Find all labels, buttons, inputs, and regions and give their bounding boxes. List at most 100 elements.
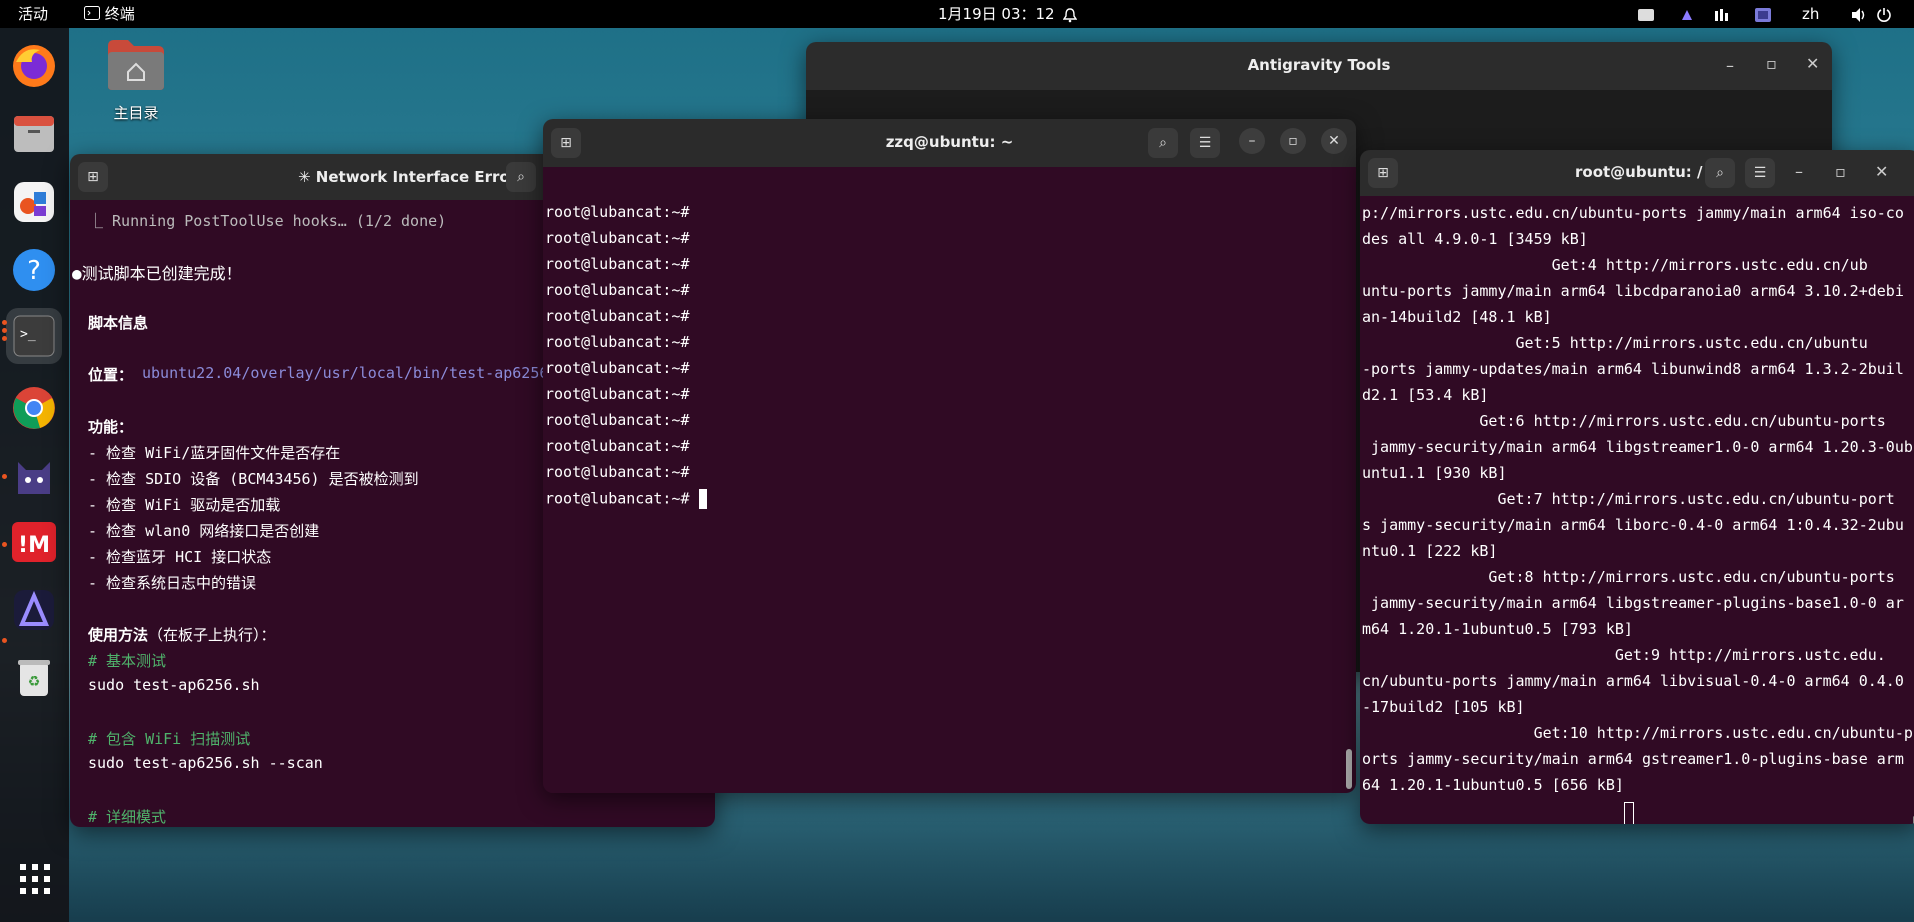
search-icon[interactable]: ⌕ — [1148, 128, 1178, 158]
search-icon[interactable]: ⌕ — [1705, 158, 1735, 188]
prompt-line: root@lubancat:~# — [545, 203, 690, 221]
window-title: zzq@ubuntu: ~ — [885, 133, 1014, 151]
hook-status: ⎿ Running PostToolUse hooks… (1/2 done) — [88, 212, 447, 230]
help-icon[interactable]: ? — [10, 246, 58, 294]
feature-item: - 检查系统日志中的错误 — [88, 574, 257, 592]
home-folder-icon — [108, 40, 164, 90]
antigravity-icon[interactable] — [10, 586, 58, 634]
terminal-icon[interactable]: >_ — [6, 308, 62, 364]
root-terminal-titlebar[interactable]: ⊞ root@ubuntu: / ⌕ ☰ – ▫ ✕ — [1360, 150, 1914, 196]
prompt-line: root@lubancat:~# — [545, 463, 690, 481]
feature-item: - 检查 SDIO 设备 (BCM43456) 是否被检测到 — [88, 470, 419, 488]
prompt-line: root@lubancat:~# — [545, 229, 690, 247]
antigravity-titlebar[interactable]: Antigravity Tools – ▫ ✕ — [806, 42, 1832, 90]
feature-item: - 检查蓝牙 HCI 接口状态 — [88, 548, 272, 566]
feature-item: - 检查 wlan0 网络接口是否创建 — [88, 522, 320, 540]
alarm-icon — [1062, 0, 1078, 28]
running-indicator — [2, 336, 7, 341]
script-path: ubuntu22.04/overlay/usr/local/bin/test-a… — [142, 364, 576, 382]
prompt-line: root@lubancat:~# — [545, 333, 690, 351]
prompt-line: root@lubancat:~# — [545, 255, 690, 273]
prompt-line: root@lubancat:~# — [545, 385, 690, 403]
running-indicator — [2, 328, 7, 333]
apt-output-line: untu1.1 [930 kB] — [1362, 464, 1507, 482]
power-icon[interactable] — [1876, 0, 1892, 28]
home-folder[interactable]: 主目录 — [103, 38, 169, 123]
window-title: root@ubuntu: / — [1575, 163, 1703, 181]
show-apps-icon[interactable] — [18, 862, 52, 896]
trash-icon[interactable]: ♻ — [10, 654, 58, 702]
new-tab-icon[interactable]: ⊞ — [1368, 158, 1398, 188]
volume-icon[interactable] — [1850, 0, 1868, 28]
features-label: 功能： — [88, 418, 134, 436]
search-icon[interactable]: ⌕ — [506, 162, 536, 192]
close-icon[interactable]: ✕ — [1321, 128, 1347, 154]
apt-output-line: Get:4 http://mirrors.ustc.edu.cn/ub — [1362, 256, 1868, 274]
result-message: ●测试脚本已创建完成！ — [72, 264, 242, 283]
input-method-icon[interactable] — [1714, 0, 1732, 28]
comment-line: # 详细模式 — [88, 808, 167, 826]
scrollbar[interactable] — [1346, 749, 1352, 789]
app-menu[interactable]: 终端 — [84, 0, 135, 28]
maximize-icon[interactable]: ▫ — [1280, 128, 1306, 154]
top-bar: 活动 终端 1月19日 03：12 zh — [0, 0, 1914, 28]
script-info-heading: 脚本信息 — [88, 314, 149, 332]
active-prompt-line: root@lubancat:~# — [545, 489, 707, 509]
main-terminal-body[interactable]: root@lubancat:~# root@lubancat:~# root@l… — [543, 167, 1356, 793]
apt-output-line: Get:5 http://mirrors.ustc.edu.cn/ubuntu — [1362, 334, 1868, 352]
apt-output-line: untu-ports jammy/main arm64 libcdparanoi… — [1362, 282, 1904, 300]
files-icon[interactable] — [10, 110, 58, 158]
prompt-line: root@lubancat:~# — [545, 281, 690, 299]
running-indicator — [2, 542, 7, 547]
apt-output-line: des all 4.9.0-1 [3459 kB] — [1362, 230, 1588, 248]
apt-output-line: jammy-security/main arm64 libgstreamer1.… — [1362, 438, 1913, 456]
minimize-icon[interactable]: – — [1726, 56, 1734, 75]
cat-app-icon[interactable] — [10, 450, 58, 498]
minimize-icon[interactable]: – — [1239, 128, 1265, 154]
command-line: sudo test-ap6256.sh --scan — [88, 754, 323, 772]
activities-button[interactable]: 活动 — [18, 0, 48, 28]
prompt-line: root@lubancat:~# — [545, 359, 690, 377]
apt-output-line: Get:6 http://mirrors.ustc.edu.cn/ubuntu-… — [1362, 412, 1886, 430]
prompt-line: root@lubancat:~# — [545, 411, 690, 429]
text-cursor — [698, 489, 707, 509]
home-folder-label: 主目录 — [113, 104, 159, 122]
apt-output-line: -ports jammy-updates/main arm64 libunwin… — [1362, 360, 1904, 378]
main-terminal-window[interactable]: ⊞ zzq@ubuntu: ~ ⌕ ☰ – ▫ ✕ root@lubancat:… — [543, 119, 1356, 793]
close-icon[interactable]: ✕ — [1875, 162, 1888, 181]
clock[interactable]: 1月19日 03：12 — [938, 0, 1055, 28]
menu-icon[interactable]: ☰ — [1190, 128, 1220, 158]
usage-label: 使用方法（在板子上执行）： — [88, 624, 276, 645]
app-tray-icon[interactable] — [1754, 0, 1772, 28]
root-terminal-window[interactable]: ⊞ root@ubuntu: / ⌕ ☰ – ▫ ✕ p://mirrors.u… — [1360, 150, 1914, 824]
comment-line: # 包含 WiFi 扫描测试 — [88, 730, 251, 748]
firefox-icon[interactable] — [10, 42, 58, 90]
maximize-icon[interactable]: ▫ — [1835, 162, 1846, 181]
usage-note: （在板子上执行）： — [148, 626, 276, 644]
language-indicator[interactable]: zh — [1802, 0, 1819, 28]
app-center-icon[interactable] — [10, 178, 58, 226]
im-app-icon[interactable]: !M — [10, 518, 58, 566]
minimize-icon[interactable]: – — [1795, 162, 1803, 181]
window-title: Antigravity Tools — [1247, 56, 1391, 74]
apt-output-line: cn/ubuntu-ports jammy/main arm64 libvisu… — [1362, 672, 1904, 690]
apt-output-line: s jammy-security/main arm64 liborc-0.4-0… — [1362, 516, 1904, 534]
chrome-icon[interactable] — [10, 384, 58, 432]
keyboard-indicator-icon[interactable] — [1638, 0, 1654, 28]
dock: ? >_ !M ♻ — [0, 28, 69, 922]
text-cursor — [1624, 802, 1634, 824]
running-indicator — [2, 320, 7, 325]
apt-output-line: 64 1.20.1-1ubuntu0.5 [656 kB] — [1362, 776, 1624, 794]
apt-output-line: d2.1 [53.4 kB] — [1362, 386, 1489, 404]
main-terminal-titlebar[interactable]: ⊞ zzq@ubuntu: ~ ⌕ ☰ – ▫ ✕ — [543, 119, 1356, 167]
window-title: ✳ Network Interface Error — [298, 168, 518, 186]
maximize-icon[interactable]: ▫ — [1766, 54, 1777, 73]
apt-output-line: p://mirrors.ustc.edu.cn/ubuntu-ports jam… — [1362, 204, 1904, 222]
root-terminal-body[interactable]: p://mirrors.ustc.edu.cn/ubuntu-ports jam… — [1360, 196, 1914, 824]
menu-icon[interactable]: ☰ — [1745, 158, 1775, 188]
apt-output-line: -17build2 [105 kB] — [1362, 698, 1525, 716]
new-tab-icon[interactable]: ⊞ — [78, 162, 108, 192]
antigravity-tray-icon[interactable] — [1680, 0, 1694, 28]
close-icon[interactable]: ✕ — [1806, 54, 1819, 73]
svg-text:>_: >_ — [20, 327, 36, 342]
